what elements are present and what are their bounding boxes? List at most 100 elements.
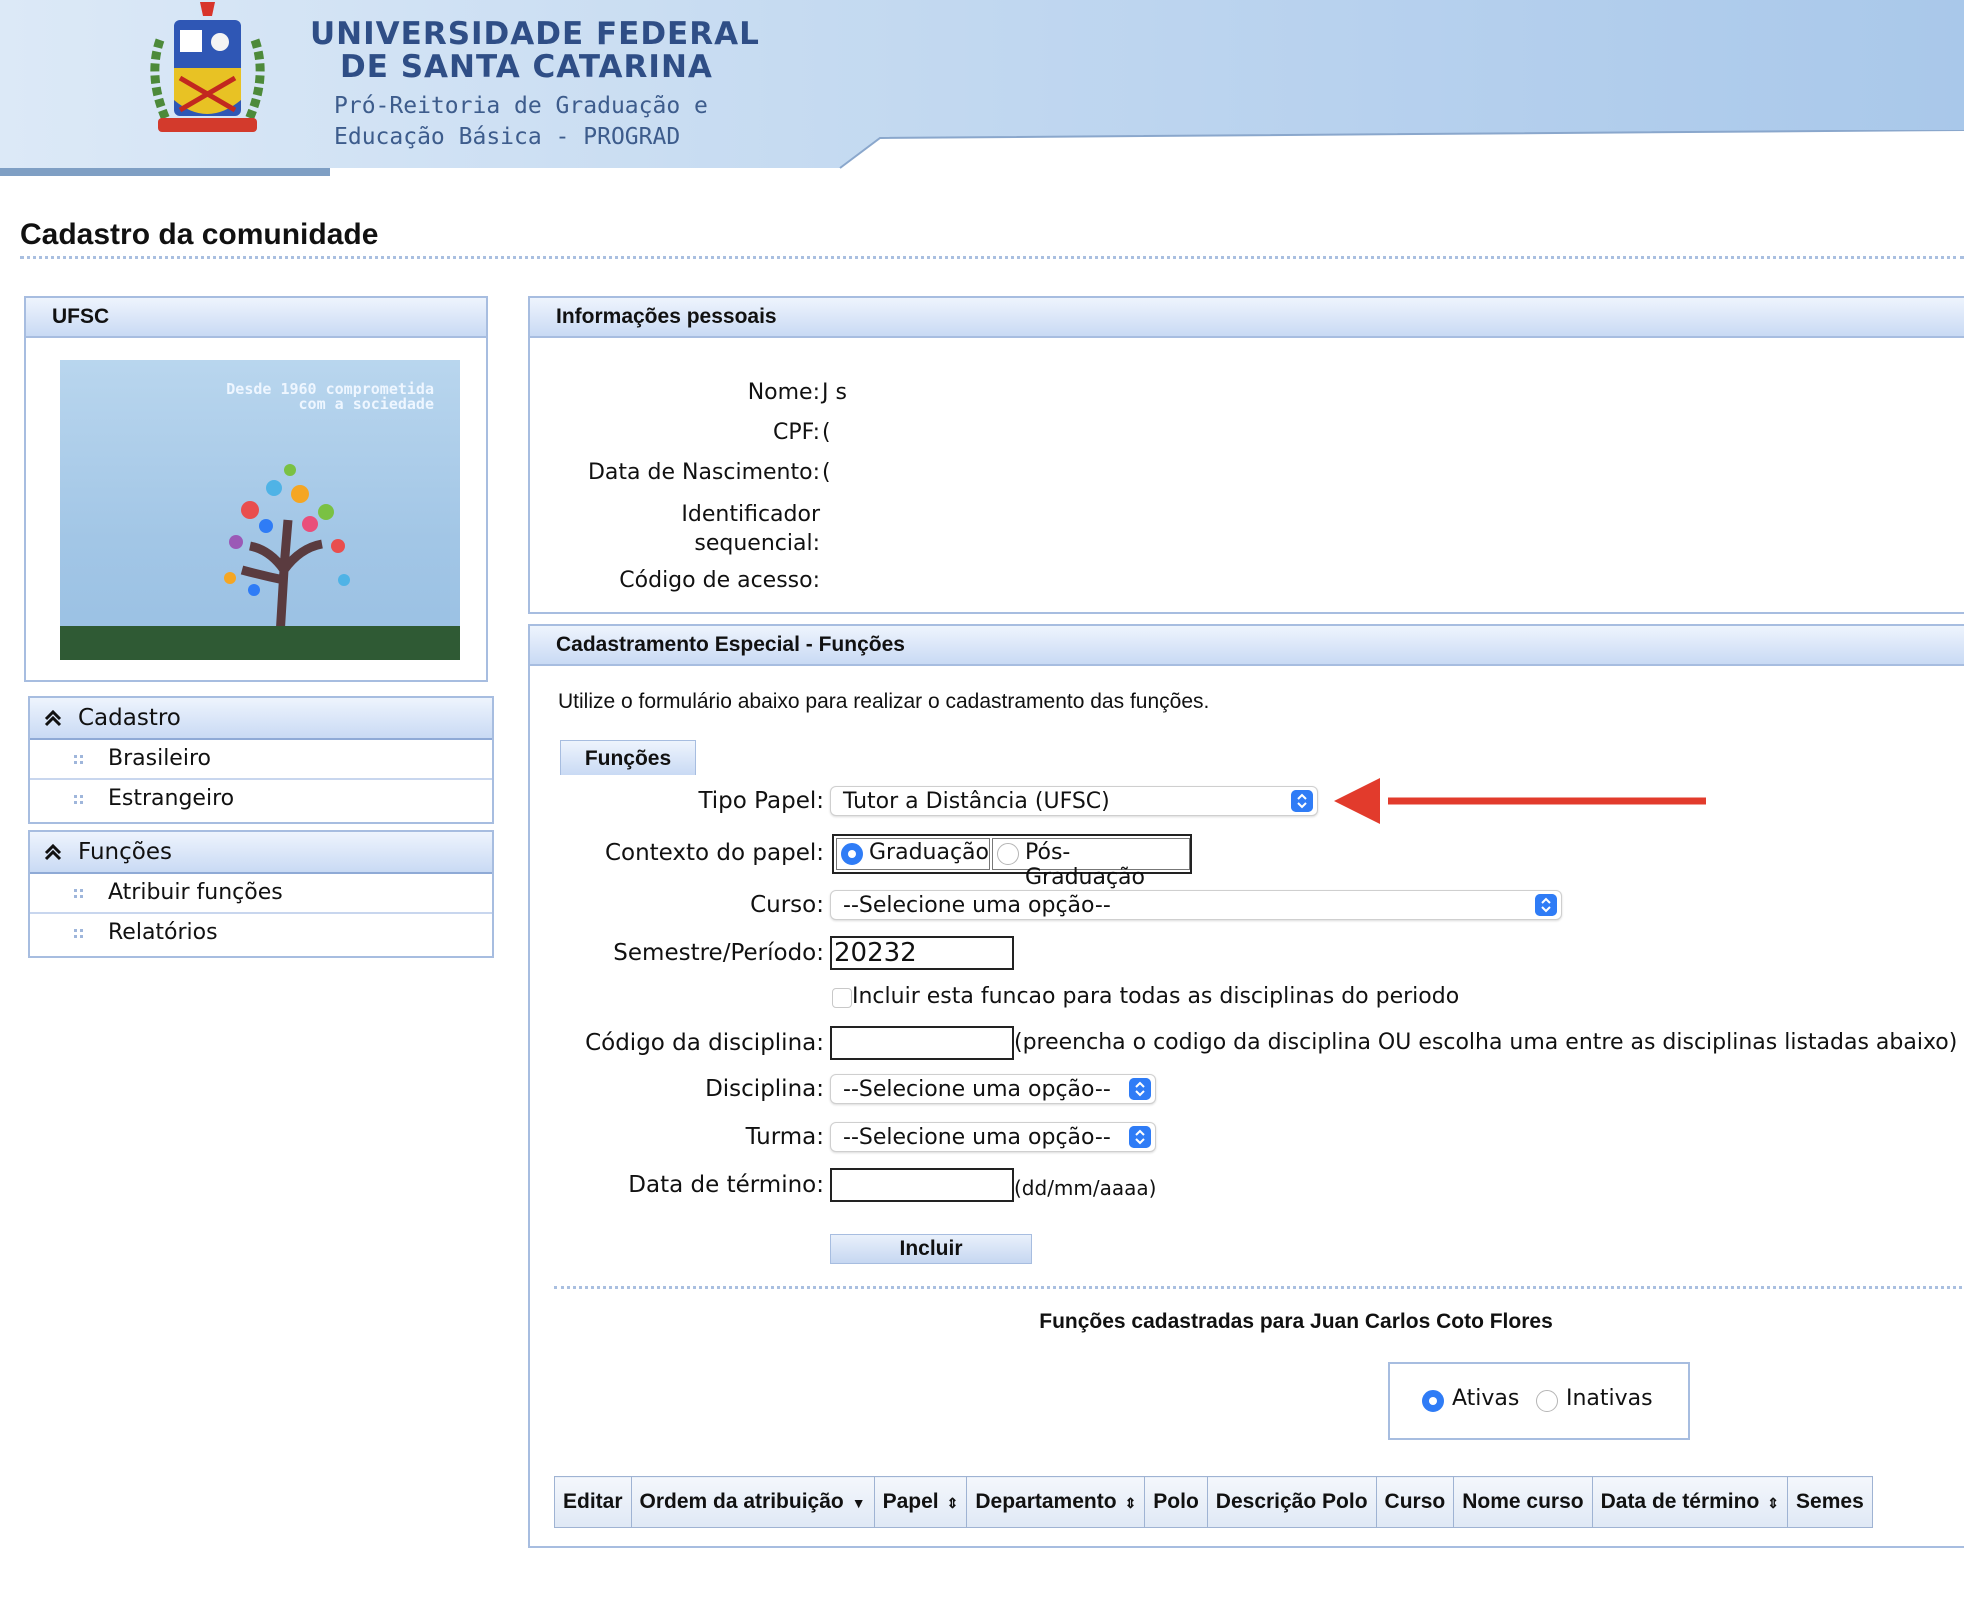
radio-label: Graduação	[869, 840, 990, 865]
disciplina-label: Disciplina:	[705, 1076, 824, 1102]
banner-band	[0, 168, 330, 176]
col-data-termino[interactable]: Data de término ⇕	[1591, 1476, 1789, 1528]
filter-label-ativas: Ativas	[1452, 1386, 1520, 1411]
personal-info-panel: Informações pessoais Nome: J s CPF: ( Da…	[528, 296, 1964, 614]
special-registration-title: Cadastramento Especial - Funções	[530, 626, 1964, 666]
header-banner: UNIVERSIDADE FEDERAL DE SANTA CATARINA P…	[0, 0, 1964, 178]
data-termino-hint: (dd/mm/aaaa)	[1014, 1176, 1157, 1200]
page-title: Cadastro da comunidade	[20, 218, 379, 251]
sort-both-icon: ⇕	[946, 1495, 959, 1511]
nav-section-funcoes: Funções Atribuir funções Relatórios	[28, 830, 494, 958]
tree-icon	[224, 464, 350, 637]
radio-inativas[interactable]	[1536, 1390, 1558, 1412]
nav-item-brasileiro[interactable]: Brasileiro	[30, 740, 492, 780]
turma-value: --Selecione uma opção--	[843, 1125, 1111, 1150]
contexto-option-pos-graduacao[interactable]: Pós-Graduação	[992, 838, 1190, 890]
col-ordem-atribuicao[interactable]: Ordem da atribuição ▼	[630, 1476, 875, 1528]
radio-ativas[interactable]	[1422, 1390, 1444, 1412]
disciplina-value: --Selecione uma opção--	[843, 1077, 1111, 1102]
info-value-cpf: (	[822, 420, 831, 445]
nav-header-label: Funções	[78, 839, 172, 865]
data-termino-label: Data de término:	[628, 1172, 824, 1198]
bullet-icon	[74, 929, 83, 938]
info-row-nome: Nome:	[530, 380, 820, 405]
ufsc-crest-logo	[150, 2, 265, 132]
col-papel[interactable]: Papel ⇕	[873, 1476, 968, 1528]
subtitle-line-1: Pró-Reitoria de Graduação e	[334, 93, 708, 119]
nav-item-label: Relatórios	[108, 920, 218, 945]
col-curso: Curso	[1375, 1476, 1455, 1528]
curso-select[interactable]: --Selecione uma opção--	[830, 890, 1562, 920]
university-line-2: DE SANTA CATARINA	[340, 49, 713, 85]
info-label-nascimento: Data de Nascimento:	[587, 460, 820, 485]
bullet-icon	[74, 755, 83, 764]
nav-item-label: Atribuir funções	[108, 880, 283, 905]
radio-label: Pós-Graduação	[1025, 840, 1146, 890]
chevron-up-icon	[44, 709, 62, 727]
tipo-papel-value: Tutor a Distância (UFSC)	[843, 789, 1110, 814]
info-label-identificador: Identificador sequencial:	[681, 502, 820, 556]
incluir-button[interactable]: Incluir	[830, 1234, 1032, 1264]
info-value-nascimento: (	[822, 460, 831, 485]
chevron-up-icon	[44, 843, 62, 861]
annotation-arrow-icon	[1334, 778, 1706, 824]
select-arrows-icon	[1129, 1078, 1151, 1100]
special-registration-panel: Cadastramento Especial - Funções Utilize…	[528, 624, 1964, 1548]
radio-unselected-icon	[997, 843, 1019, 865]
col-editar: Editar	[554, 1476, 632, 1528]
slogan-line-2: com a sociedade	[298, 395, 434, 413]
incluir-todas-label: Incluir esta funcao para todas as discip…	[852, 984, 1460, 1009]
select-arrows-icon	[1129, 1126, 1151, 1148]
ufsc-tree-illustration: Desde 1960 comprometida com a sociedade	[60, 360, 460, 660]
codigo-disciplina-input[interactable]	[830, 1026, 1014, 1060]
title-divider	[20, 256, 1964, 259]
table-header-row: Editar Ordem da atribuição ▼ Papel ⇕ Depar…	[554, 1476, 1873, 1528]
nav-item-label: Estrangeiro	[108, 786, 235, 811]
nav-item-atribuir-funcoes[interactable]: Atribuir funções	[30, 874, 492, 914]
functions-table: Editar Ordem da atribuição ▼ Papel ⇕ Depar…	[554, 1476, 1873, 1528]
nav-item-relatorios[interactable]: Relatórios	[30, 914, 492, 952]
tipo-papel-label: Tipo Papel:	[698, 788, 824, 814]
col-nome-curso: Nome curso	[1453, 1476, 1593, 1528]
radio-selected-icon	[841, 843, 863, 865]
data-termino-input[interactable]	[830, 1168, 1014, 1202]
disciplina-select[interactable]: --Selecione uma opção--	[830, 1074, 1156, 1104]
sort-desc-icon: ▼	[851, 1495, 866, 1511]
subtitle-line-2: Educação Básica - PROGRAD	[334, 124, 681, 150]
info-label-cpf: CPF:	[773, 420, 820, 445]
turma-label: Turma:	[745, 1124, 824, 1150]
nav-header-cadastro[interactable]: Cadastro	[30, 698, 492, 740]
contexto-option-graduacao[interactable]: Graduação	[836, 838, 990, 870]
ufsc-panel: UFSC Desde 1960 comprometida com a socie…	[24, 296, 488, 682]
university-line-1: UNIVERSIDADE FEDERAL	[310, 16, 760, 52]
nav-header-label: Cadastro	[78, 705, 181, 731]
intro-text: Utilize o formulário abaixo para realiza…	[558, 690, 1210, 713]
ufsc-illustration-ground	[60, 626, 460, 660]
semestre-label: Semestre/Período:	[613, 940, 824, 966]
section-divider	[554, 1286, 1964, 1289]
nav-header-funcoes[interactable]: Funções	[30, 832, 492, 874]
bullet-icon	[74, 889, 83, 898]
nav-item-estrangeiro[interactable]: Estrangeiro	[30, 780, 492, 818]
bullet-icon	[74, 795, 83, 804]
info-label-nome: Nome:	[747, 380, 820, 405]
ufsc-panel-title: UFSC	[26, 298, 486, 338]
info-value-nome: J s	[822, 380, 847, 405]
tipo-papel-select[interactable]: Tutor a Distância (UFSC)	[830, 786, 1318, 816]
contexto-radio-group: Graduação Pós-Graduação	[832, 834, 1192, 890]
col-descricao-polo: Descrição Polo	[1206, 1476, 1377, 1528]
nav-item-label: Brasileiro	[108, 746, 211, 771]
codigo-disciplina-hint: (preencha o codigo da disciplina OU esco…	[1014, 1030, 1958, 1055]
contexto-label: Contexto do papel:	[604, 840, 824, 866]
incluir-todas-checkbox[interactable]	[832, 988, 852, 1008]
col-departamento[interactable]: Departamento ⇕	[966, 1476, 1146, 1528]
sort-both-icon: ⇕	[1767, 1495, 1780, 1511]
turma-select[interactable]: --Selecione uma opção--	[830, 1122, 1156, 1152]
curso-value: --Selecione uma opção--	[843, 893, 1111, 918]
codigo-disciplina-label: Código da disciplina:	[585, 1030, 824, 1056]
info-label-codigo-acesso: Código de acesso:	[619, 568, 820, 593]
col-semestre: Semes	[1787, 1476, 1873, 1528]
semestre-input[interactable]: 20232	[830, 936, 1014, 970]
select-arrows-icon	[1535, 894, 1557, 916]
tab-funcoes[interactable]: Funções	[560, 740, 696, 775]
